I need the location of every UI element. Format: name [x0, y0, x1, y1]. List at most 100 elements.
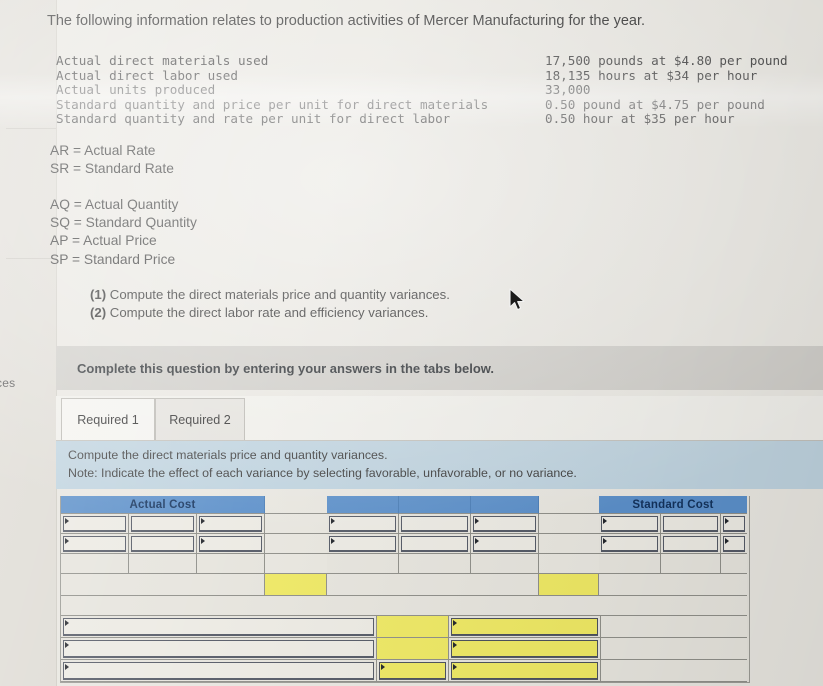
table-cell — [377, 616, 449, 638]
given-data-table: Actual direct materials used 17,500 pound… — [56, 53, 806, 127]
subtotal-actual-total-cell — [265, 574, 327, 596]
question-content: The following information relates to pro… — [0, 0, 823, 686]
dropdown-caret-icon — [201, 518, 205, 524]
dropdown-caret-icon — [331, 518, 335, 524]
dropdown-caret-icon — [453, 664, 457, 670]
answer-input-dropdown[interactable] — [329, 516, 396, 531]
answer-input-dropdown[interactable] — [63, 536, 126, 551]
answer-input[interactable] — [401, 516, 468, 531]
header-spacer-left — [265, 496, 327, 514]
header-blue-filler-1 — [327, 496, 399, 514]
definition-line: SR = Standard Rate — [50, 161, 174, 177]
highlighted-total-cell — [377, 616, 448, 637]
table-cell — [471, 534, 539, 554]
table-cell — [601, 660, 747, 682]
table-cell — [327, 514, 399, 534]
table-cell — [399, 534, 471, 554]
header-blue-filler-2 — [399, 496, 471, 514]
answer-input-dropdown[interactable] — [329, 536, 396, 551]
table-cell — [471, 514, 539, 534]
given-data-row: Standard quantity and price per unit for… — [56, 96, 806, 113]
instruction-line-2: Note: Indicate the effect of each varian… — [68, 465, 577, 480]
table-cell — [599, 554, 661, 574]
instruction-line-1: Compute the direct materials price and q… — [68, 448, 388, 462]
requirement-text: Compute the direct labor rate and effici… — [106, 305, 429, 320]
table-cell — [539, 514, 599, 534]
table-cell — [61, 660, 377, 682]
answer-input-dropdown[interactable] — [723, 516, 745, 531]
table-row — [61, 534, 749, 554]
table-cell — [265, 514, 327, 534]
subtotal-standard-total-cell — [539, 574, 599, 596]
answer-input-dropdown[interactable] — [601, 536, 658, 551]
requirement-number: (1) — [90, 287, 107, 302]
given-data-value: 0.50 hour at $35 per hour — [545, 111, 735, 127]
answer-input-dropdown[interactable] — [723, 536, 745, 551]
answer-input-dropdown[interactable] — [199, 516, 262, 531]
variance-effect-dropdown[interactable] — [451, 618, 598, 635]
answer-input[interactable] — [131, 516, 194, 531]
given-data-row: Actual direct materials used 17,500 pound… — [56, 53, 806, 69]
answer-input-dropdown[interactable] — [473, 536, 536, 551]
requirement-line: (2) Compute the direct labor rate and ef… — [90, 304, 450, 322]
table-cell — [721, 534, 747, 554]
dropdown-caret-icon — [331, 538, 335, 544]
answer-grid[interactable]: Actual Cost Standard Cost — [60, 496, 750, 683]
table-cell — [377, 638, 449, 660]
table-cell — [129, 554, 197, 574]
table-cell — [399, 554, 471, 574]
header-blue-filler-3 — [471, 496, 539, 514]
answer-input-dropdown[interactable] — [601, 516, 658, 531]
given-data-value: 18,135 hours at $34 per hour — [545, 67, 758, 83]
given-data-row: Standard quantity and rate per unit for … — [56, 112, 806, 127]
table-cell — [197, 514, 265, 534]
answer-input[interactable] — [401, 536, 468, 551]
dropdown-caret-icon — [475, 518, 479, 524]
dropdown-caret-icon — [475, 538, 479, 544]
variance-effect-dropdown[interactable] — [451, 662, 598, 679]
given-data-value: 0.50 pound at $4.75 per pound — [545, 96, 765, 112]
dropdown-caret-icon — [65, 518, 69, 524]
answer-input[interactable] — [663, 516, 718, 531]
variance-amount-input[interactable] — [379, 662, 446, 679]
table-cell — [471, 554, 539, 574]
subtotal-cell-left — [61, 574, 265, 596]
dropdown-caret-icon — [603, 518, 607, 524]
header-actual-cost: Actual Cost — [61, 496, 265, 514]
answer-input-dropdown[interactable] — [473, 516, 536, 531]
definition-line: AQ = Actual Quantity — [50, 197, 179, 212]
variance-name-dropdown[interactable] — [63, 662, 374, 679]
table-cell — [449, 660, 601, 682]
dropdown-caret-icon — [603, 538, 607, 544]
variance-name-dropdown[interactable] — [63, 640, 374, 657]
given-data-label: Actual units produced — [56, 82, 216, 98]
table-cell — [265, 554, 327, 574]
dropdown-caret-icon — [725, 518, 729, 524]
given-data-label: Actual direct materials used — [56, 53, 269, 68]
header-spacer-right — [539, 496, 599, 514]
table-cell — [61, 638, 377, 660]
spacer-row — [61, 596, 749, 616]
highlighted-total-cell — [265, 574, 326, 595]
tab-required-2[interactable]: Required 2 — [155, 398, 245, 440]
definition-line: SQ = Standard Quantity — [50, 215, 197, 231]
answer-input-dropdown[interactable] — [63, 516, 126, 531]
variance-name-dropdown[interactable] — [63, 618, 374, 635]
table-cell — [539, 554, 599, 574]
dropdown-caret-icon — [65, 538, 69, 544]
highlighted-total-cell — [377, 638, 448, 659]
requirement-line: (1) Compute the direct materials price a… — [90, 286, 450, 304]
given-data-label: Actual direct labor used — [56, 67, 238, 83]
table-cell — [61, 596, 747, 616]
tab-required-1[interactable]: Required 1 — [61, 398, 155, 440]
requirement-number: (2) — [90, 305, 107, 320]
variance-effect-dropdown[interactable] — [451, 640, 598, 657]
table-cell — [129, 534, 197, 554]
tab-required-2-label: Required 2 — [169, 412, 231, 427]
answer-input[interactable] — [131, 536, 194, 551]
table-row — [61, 514, 749, 534]
answer-input-dropdown[interactable] — [199, 536, 262, 551]
table-cell — [129, 514, 197, 534]
answer-input[interactable] — [663, 536, 718, 551]
table-cell — [721, 514, 747, 534]
